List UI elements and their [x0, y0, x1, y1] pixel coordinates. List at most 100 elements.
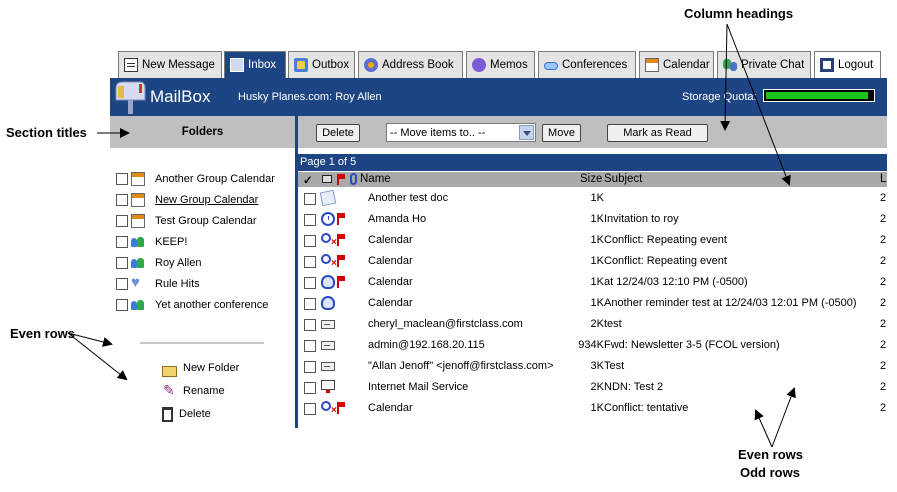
- message-checkbox[interactable]: [304, 277, 316, 289]
- tab-memos[interactable]: Memos: [466, 51, 535, 78]
- flag-column-icon[interactable]: [337, 174, 347, 185]
- message-row[interactable]: cheryl_maclean@firstclass.com 2K test 2: [298, 314, 887, 335]
- message-checkbox[interactable]: [304, 193, 316, 205]
- tab-inbox[interactable]: Inbox: [224, 51, 286, 78]
- message-checkbox[interactable]: [304, 340, 316, 352]
- message-subject[interactable]: Conflict: Repeating event: [604, 255, 727, 267]
- message-name[interactable]: Internet Mail Service: [368, 381, 468, 393]
- message-name[interactable]: cheryl_maclean@firstclass.com: [368, 318, 523, 330]
- folder-checkbox[interactable]: [116, 214, 128, 227]
- folder-checkbox[interactable]: [116, 256, 128, 269]
- message-name[interactable]: Amanda Ho: [368, 213, 426, 225]
- folder-label[interactable]: Another Group Calendar: [155, 173, 275, 185]
- message-row[interactable]: Another test doc 1K 2: [298, 188, 887, 209]
- message-checkbox[interactable]: [304, 403, 316, 415]
- message-subject[interactable]: Conflict: tentative: [604, 402, 688, 414]
- folder-label[interactable]: KEEP!: [155, 236, 187, 248]
- message-name[interactable]: admin@192.168.20.115: [368, 339, 485, 351]
- message-subject[interactable]: Test: [604, 360, 624, 372]
- folder-item[interactable]: Roy Allen: [116, 252, 201, 273]
- folder-checkbox[interactable]: [116, 193, 128, 206]
- tab-address-book[interactable]: Address Book: [358, 51, 463, 78]
- tab-calendar[interactable]: Calendar: [639, 51, 714, 78]
- message-last: 2: [880, 402, 887, 414]
- message-name[interactable]: Calendar: [368, 234, 413, 246]
- message-checkbox[interactable]: [304, 235, 316, 247]
- message-name[interactable]: Calendar: [368, 255, 413, 267]
- message-row[interactable]: Calendar 1KConflict: Repeating event 2: [298, 251, 887, 272]
- message-last: 2: [880, 297, 887, 309]
- message-subject[interactable]: test: [604, 318, 622, 330]
- message-subject[interactable]: Another reminder test at 12/24/03 12:01 …: [604, 297, 857, 309]
- folder-label[interactable]: New Group Calendar: [155, 194, 258, 206]
- chevron-down-icon[interactable]: [519, 125, 534, 140]
- column-last[interactable]: L: [880, 173, 886, 185]
- delete-folder-button[interactable]: Delete: [162, 404, 211, 424]
- folder-item[interactable]: Rule Hits: [116, 273, 200, 294]
- new-folder-button[interactable]: New Folder: [162, 358, 239, 378]
- message-subject[interactable]: Invitation to roy: [604, 213, 679, 225]
- folder-item[interactable]: Another Group Calendar: [116, 168, 275, 189]
- folder-item[interactable]: Test Group Calendar: [116, 210, 257, 231]
- folder-label[interactable]: Yet another conference: [155, 299, 268, 311]
- memos-icon: [472, 58, 486, 72]
- move-items-select[interactable]: -- Move items to.. --: [386, 123, 536, 142]
- message-subject[interactable]: NDN: Test 2: [604, 381, 663, 393]
- folder-checkbox[interactable]: [116, 235, 128, 248]
- message-subject[interactable]: at 12/24/03 12:10 PM (-0500): [604, 276, 748, 288]
- folder-checkbox[interactable]: [116, 298, 128, 311]
- message-name[interactable]: Calendar: [368, 276, 413, 288]
- folder-item[interactable]: New Group Calendar: [116, 189, 258, 210]
- tab-logout[interactable]: Logout: [814, 51, 881, 78]
- message-name[interactable]: "Allan Jenoff" <jenoff@firstclass.com>: [368, 360, 554, 372]
- calendar-icon: [131, 192, 145, 207]
- message-row[interactable]: Amanda Ho 1K Invitation to roy 2: [298, 209, 887, 230]
- message-row[interactable]: Calendar 1KConflict: Repeating event 2: [298, 230, 887, 251]
- message-name[interactable]: Calendar: [368, 402, 413, 414]
- message-checkbox[interactable]: [304, 298, 316, 310]
- column-subject[interactable]: Subject: [604, 173, 642, 185]
- column-size[interactable]: Size: [580, 173, 602, 185]
- tab-conferences[interactable]: Conferences: [538, 51, 636, 78]
- folder-checkbox[interactable]: [116, 172, 128, 185]
- folder-label[interactable]: Roy Allen: [155, 257, 201, 269]
- tab-private-chat[interactable]: Private Chat: [717, 51, 811, 78]
- message-checkbox[interactable]: [304, 214, 316, 226]
- message-row[interactable]: admin@192.168.20.115 934K Fwd: Newsletter …: [298, 335, 887, 356]
- move-button[interactable]: Move: [542, 124, 581, 142]
- rename-button[interactable]: Rename: [162, 381, 225, 401]
- folder-item[interactable]: KEEP!: [116, 231, 187, 252]
- tab-label: Memos: [490, 59, 528, 71]
- message-size: 1K: [590, 402, 604, 414]
- tab-outbox[interactable]: Outbox: [288, 51, 355, 78]
- envelope-icon: [321, 320, 335, 329]
- message-name[interactable]: Another test doc: [368, 192, 448, 204]
- app-title: MailBox: [150, 87, 211, 106]
- message-subject[interactable]: Fwd: Newsletter 3-5 (FCOL version): [604, 339, 780, 351]
- message-subject[interactable]: Conflict: Repeating event: [604, 234, 727, 246]
- folder-checkbox[interactable]: [116, 277, 128, 290]
- folder-label[interactable]: Rule Hits: [155, 278, 200, 290]
- delete-button[interactable]: Delete: [316, 124, 360, 142]
- message-checkbox[interactable]: [304, 361, 316, 373]
- message-row[interactable]: Internet Mail Service 2K NDN: Test 2 2: [298, 377, 887, 398]
- select-all-check-icon[interactable]: ✓: [303, 173, 313, 187]
- folder-item[interactable]: Yet another conference: [116, 294, 268, 315]
- message-row[interactable]: Calendar 1K Another reminder test at 12/24…: [298, 293, 887, 314]
- folder-label[interactable]: Test Group Calendar: [155, 215, 257, 227]
- message-row[interactable]: "Allan Jenoff" <jenoff@firstclass.com> 3K…: [298, 356, 887, 377]
- message-checkbox[interactable]: [304, 319, 316, 331]
- envelope-column-icon[interactable]: [322, 175, 332, 183]
- message-last: 2: [880, 339, 887, 351]
- message-checkbox[interactable]: [304, 382, 316, 394]
- attachment-column-icon[interactable]: [350, 173, 357, 185]
- outbox-icon: [294, 58, 308, 72]
- mark-as-read-button[interactable]: Mark as Read: [607, 124, 708, 142]
- conflict-icon: [321, 254, 337, 269]
- message-checkbox[interactable]: [304, 256, 316, 268]
- tab-new-message[interactable]: New Message: [118, 51, 222, 78]
- message-name[interactable]: Calendar: [368, 297, 413, 309]
- message-row[interactable]: Calendar 1K at 12/24/03 12:10 PM (-0500) 2: [298, 272, 887, 293]
- message-row[interactable]: Calendar 1KConflict: tentative 2: [298, 398, 887, 419]
- column-name[interactable]: Name: [360, 173, 391, 185]
